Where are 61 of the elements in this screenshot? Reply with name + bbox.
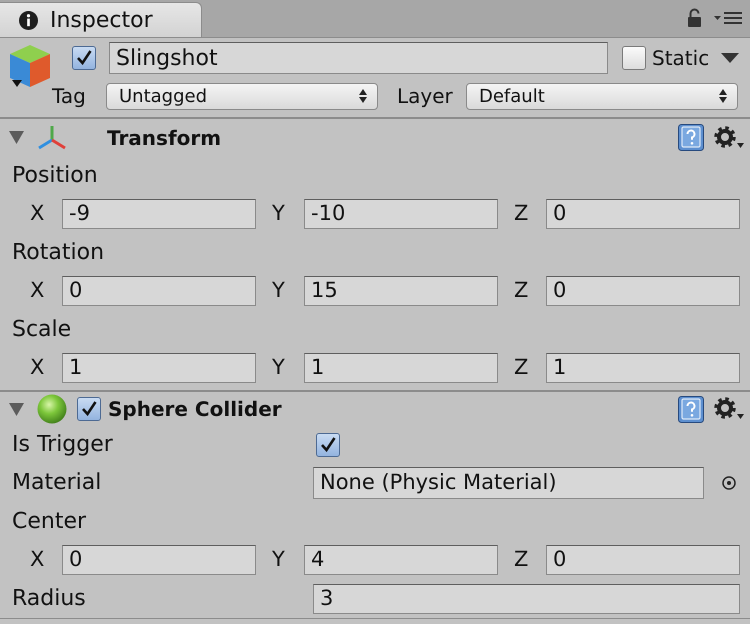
static-checkbox[interactable] — [622, 46, 646, 70]
lock-icon[interactable] — [687, 8, 702, 28]
number-field[interactable]: -10 — [304, 198, 498, 228]
axis-label: X — [30, 276, 44, 304]
property-label: Scale — [12, 316, 72, 344]
axis-label: Y — [272, 354, 285, 381]
component-title: Sphere Collider — [108, 396, 282, 423]
axis-label: Y — [272, 276, 285, 304]
settings-icon[interactable] — [714, 126, 744, 150]
static-label: Static — [652, 45, 710, 72]
help-book-icon[interactable] — [678, 396, 704, 422]
number-field[interactable]: 15 — [304, 276, 498, 306]
component-title: Transform — [107, 124, 222, 152]
foldout-triangle-icon[interactable] — [9, 402, 24, 416]
number-field[interactable]: 3 — [313, 584, 740, 614]
axis-label: Y — [272, 200, 285, 227]
property-label: Position — [12, 162, 98, 190]
property-label: Is Trigger — [12, 431, 113, 459]
number-field[interactable]: 0 — [546, 544, 740, 574]
checkbox[interactable] — [316, 432, 340, 456]
number-field[interactable]: 1 — [546, 352, 740, 382]
property-label: Center — [12, 508, 86, 536]
axis-label: Z — [514, 354, 528, 381]
axis-label: Y — [272, 546, 285, 573]
tag-dropdown[interactable]: Untagged — [106, 82, 378, 110]
name-field[interactable]: Slingshot — [109, 42, 608, 74]
axis-label: Z — [514, 200, 528, 227]
axis-label: X — [30, 200, 44, 227]
tag-label: Tag — [52, 83, 86, 110]
axis-label: Z — [514, 546, 528, 573]
info-icon — [19, 10, 38, 30]
number-field[interactable]: 0 — [62, 544, 256, 574]
axis-label: X — [30, 354, 44, 381]
foldout-triangle-icon[interactable] — [9, 130, 24, 145]
menu-icon[interactable] — [714, 11, 742, 25]
enabled-checkbox[interactable] — [77, 397, 101, 421]
inspector-tab[interactable]: Inspector — [0, 2, 202, 37]
property-label: Radius — [12, 585, 86, 613]
object-picker-icon[interactable] — [722, 476, 736, 490]
number-field[interactable]: 1 — [304, 352, 498, 382]
number-field[interactable]: 0 — [546, 276, 740, 306]
number-field[interactable]: 0 — [546, 198, 740, 228]
settings-icon[interactable] — [714, 397, 744, 421]
object-field[interactable]: None (Physic Material) — [313, 466, 704, 498]
axis-label: Z — [514, 276, 528, 304]
up-down-arrows-icon — [359, 89, 367, 103]
active-checkbox[interactable] — [72, 46, 96, 70]
axes-icon — [37, 124, 67, 150]
number-field[interactable]: -9 — [62, 198, 256, 228]
layer-label: Layer — [397, 83, 453, 110]
property-label: Rotation — [12, 238, 104, 266]
up-down-arrows-icon — [719, 89, 727, 103]
number-field[interactable]: 4 — [304, 544, 498, 574]
axis-label: X — [30, 546, 44, 573]
layer-dropdown[interactable]: Default — [466, 82, 738, 110]
sphere-icon — [37, 394, 67, 424]
dropdown-triangle-icon[interactable] — [721, 52, 740, 64]
number-field[interactable]: 1 — [62, 352, 256, 382]
help-book-icon[interactable] — [678, 124, 704, 151]
number-field[interactable]: 0 — [62, 276, 256, 306]
property-label: Material — [12, 469, 102, 497]
